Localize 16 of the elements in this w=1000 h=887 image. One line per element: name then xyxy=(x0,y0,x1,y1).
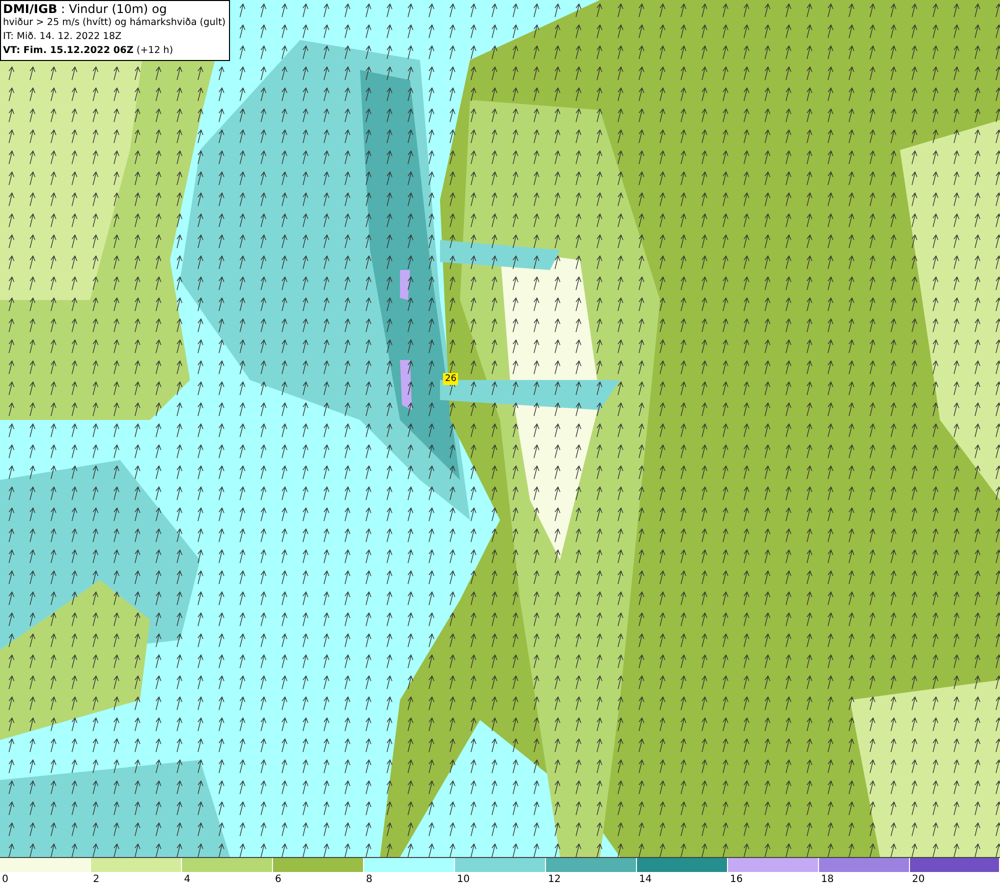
legend-tick-label: 20 xyxy=(911,873,925,886)
header-text: DMI/IGB : Vindur (10m) og xyxy=(3,2,167,16)
legend-tick-label: 4 xyxy=(183,873,190,886)
gust-value-label: 26 xyxy=(443,373,458,385)
legend-tick-label: 16 xyxy=(729,873,743,886)
legend-tick-label: 0 xyxy=(1,873,8,886)
legend-tick-label: 10 xyxy=(456,873,470,886)
header-text: IT: Mið. 14. 12. 2022 18Z xyxy=(3,30,122,44)
legend-tick-label: 18 xyxy=(820,873,834,886)
legend-tick-label: 8 xyxy=(365,873,372,886)
header-text: VT: Fim. 15.12.2022 06Z (+12 h) xyxy=(3,44,174,58)
legend-tick-label: 14 xyxy=(638,873,652,886)
legend-tick-label: 12 xyxy=(547,873,561,886)
header-text: hviður > 25 m/s (hvítt) og hámarkshviða (gult) xyxy=(3,16,226,30)
legend-tick-label: 6 xyxy=(274,873,282,886)
legend-tick-label: 2 xyxy=(92,873,100,886)
